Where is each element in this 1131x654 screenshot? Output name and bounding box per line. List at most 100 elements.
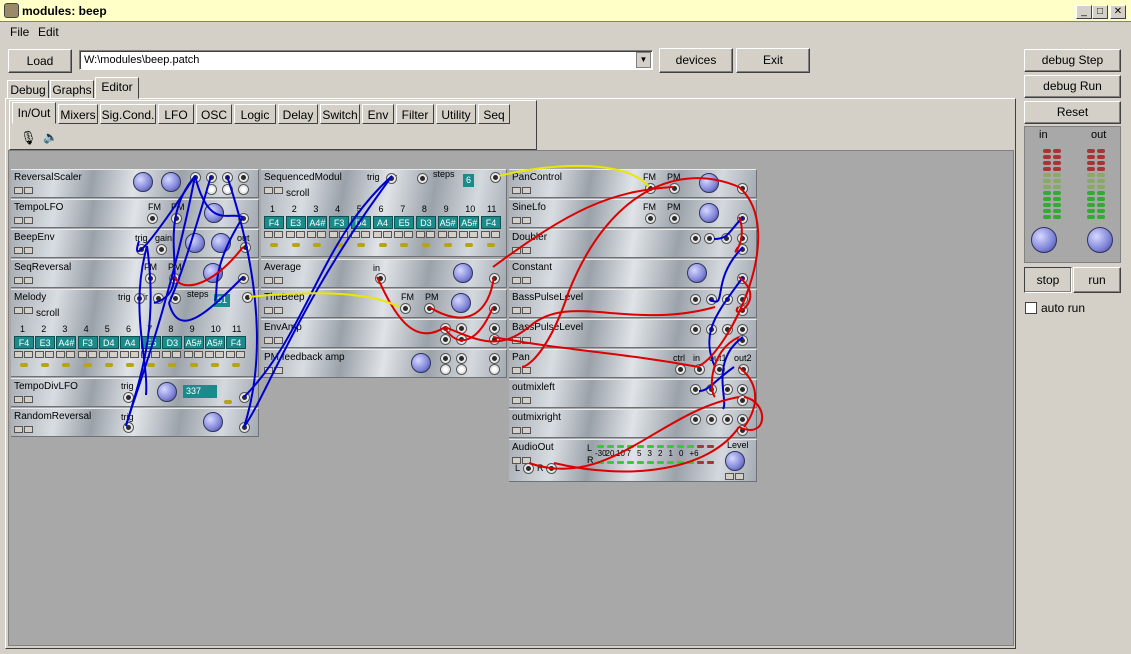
arrow-up-icon[interactable] — [24, 396, 33, 403]
arrow-up-icon[interactable] — [274, 277, 283, 284]
port-jack[interactable] — [223, 173, 232, 182]
port-jack[interactable] — [723, 325, 732, 334]
sequence-step-note[interactable]: D3 — [415, 216, 436, 229]
sequence-step-note[interactable]: E3 — [285, 216, 306, 229]
sequence-step-note[interactable]: A5# — [204, 336, 225, 349]
port-jack[interactable] — [457, 365, 466, 374]
arrow-down-icon[interactable] — [14, 307, 23, 314]
arrow-up-icon[interactable] — [274, 187, 283, 194]
stop-button[interactable]: stop — [1024, 267, 1072, 293]
arrow-down-icon[interactable] — [264, 307, 273, 314]
port-jack[interactable] — [738, 274, 747, 283]
arrow-down-icon[interactable] — [512, 397, 521, 404]
port-jack[interactable] — [715, 365, 724, 374]
port-jack[interactable] — [738, 184, 747, 193]
sequence-step-note[interactable]: E5 — [141, 336, 162, 349]
arrow-down-icon[interactable] — [307, 231, 317, 238]
port-jack[interactable] — [691, 415, 700, 424]
arrow-up-icon[interactable] — [404, 231, 414, 238]
arrow-down-icon[interactable] — [204, 351, 214, 358]
port-jack[interactable] — [738, 336, 747, 345]
port-jack[interactable] — [524, 464, 533, 473]
port-jack[interactable] — [738, 306, 747, 315]
arrow-up-icon[interactable] — [108, 351, 118, 358]
port-jack[interactable] — [243, 293, 252, 302]
knob[interactable] — [161, 172, 181, 192]
port-jack[interactable] — [441, 324, 450, 333]
microphone-icon[interactable]: 🎙 — [20, 130, 37, 146]
arrow-down-icon[interactable] — [512, 367, 521, 374]
port-jack[interactable] — [191, 173, 200, 182]
arrow-down-icon[interactable] — [394, 231, 404, 238]
arrow-down-icon[interactable] — [141, 351, 151, 358]
arrow-up-icon[interactable] — [172, 351, 182, 358]
port-jack[interactable] — [738, 214, 747, 223]
port-jack[interactable] — [670, 214, 679, 223]
arrow-up-icon[interactable] — [360, 231, 370, 238]
output-gain-knob[interactable] — [1087, 227, 1113, 253]
port-jack[interactable] — [172, 214, 181, 223]
port-jack[interactable] — [457, 335, 466, 344]
arrow-down-icon[interactable] — [329, 231, 339, 238]
arrow-up-icon[interactable] — [274, 337, 283, 344]
module-bass-pulse-2[interactable]: BassPulseLevel — [509, 319, 757, 348]
arrow-up-icon[interactable] — [236, 351, 245, 358]
arrow-up-icon[interactable] — [24, 187, 33, 194]
category-tab-filter[interactable]: Filter — [396, 104, 434, 124]
port-jack[interactable] — [401, 304, 410, 313]
port-jack[interactable] — [490, 335, 499, 344]
port-jack[interactable] — [670, 184, 679, 193]
arrow-up-icon[interactable] — [193, 351, 203, 358]
arrow-up-icon[interactable] — [735, 473, 744, 480]
arrow-down-icon[interactable] — [14, 247, 23, 254]
arrow-up-icon[interactable] — [151, 351, 161, 358]
port-jack[interactable] — [738, 234, 747, 243]
arrow-down-icon[interactable] — [264, 277, 273, 284]
module-sequenced-modul[interactable]: SequencedModultrigdirsteps6scroll1F42E33… — [261, 169, 507, 257]
tab-graphs[interactable]: Graphs — [50, 80, 94, 99]
sequence-step-note[interactable]: D3 — [162, 336, 183, 349]
arrow-down-icon[interactable] — [512, 277, 521, 284]
port-jack[interactable] — [157, 245, 166, 254]
module-reversal-scaler[interactable]: ReversalScaler — [11, 169, 259, 198]
module-bass-pulse-1[interactable]: BassPulseLevel — [509, 289, 757, 318]
sequence-step-note[interactable]: F3 — [77, 336, 98, 349]
arrow-up-icon[interactable] — [24, 247, 33, 254]
sequence-step-note[interactable]: F4 — [226, 336, 246, 349]
arrow-down-icon[interactable] — [14, 217, 23, 224]
arrow-down-icon[interactable] — [725, 473, 734, 480]
module-audio-out[interactable]: AudioOut L R -30 20 10 7 5 3 2 1 0 +6 Level L R — [509, 439, 757, 482]
arrow-down-icon[interactable] — [226, 351, 235, 358]
module-tempo-div-lfo[interactable]: TempoDivLFO trig 337 — [11, 378, 259, 407]
arrow-down-icon[interactable] — [512, 217, 521, 224]
run-button[interactable]: run — [1073, 267, 1121, 293]
arrow-down-icon[interactable] — [14, 426, 23, 433]
port-jack[interactable] — [148, 214, 157, 223]
arrow-up-icon[interactable] — [274, 231, 283, 238]
tab-debug[interactable]: Debug — [7, 80, 49, 99]
port-jack[interactable] — [695, 365, 704, 374]
exit-button[interactable]: Exit — [736, 48, 810, 73]
tab-editor[interactable]: Editor — [95, 77, 139, 99]
port-jack[interactable] — [240, 393, 249, 402]
arrow-down-icon[interactable] — [459, 231, 469, 238]
arrow-down-icon[interactable] — [264, 187, 273, 194]
port-jack[interactable] — [457, 354, 466, 363]
knob[interactable] — [211, 233, 231, 253]
patch-canvas[interactable]: ReversalScaler TempoLFO FM PM BeepEnv trig gai… — [8, 150, 1014, 646]
port-jack[interactable] — [241, 243, 250, 252]
arrow-up-icon[interactable] — [522, 187, 531, 194]
arrow-down-icon[interactable] — [350, 231, 360, 238]
arrow-down-icon[interactable] — [264, 337, 273, 344]
port-jack[interactable] — [376, 274, 385, 283]
module-pm-feedback[interactable]: PM feedback amp — [261, 349, 507, 378]
devices-button[interactable]: devices — [659, 48, 733, 73]
category-tab-delay[interactable]: Delay — [278, 104, 318, 124]
category-tab-logic[interactable]: Logic — [234, 104, 276, 124]
sequence-step-note[interactable]: F4 — [14, 336, 34, 349]
input-gain-knob[interactable] — [1031, 227, 1057, 253]
knob[interactable] — [203, 263, 223, 283]
arrow-up-icon[interactable] — [447, 231, 457, 238]
arrow-down-icon[interactable] — [372, 231, 382, 238]
port-jack[interactable] — [646, 214, 655, 223]
